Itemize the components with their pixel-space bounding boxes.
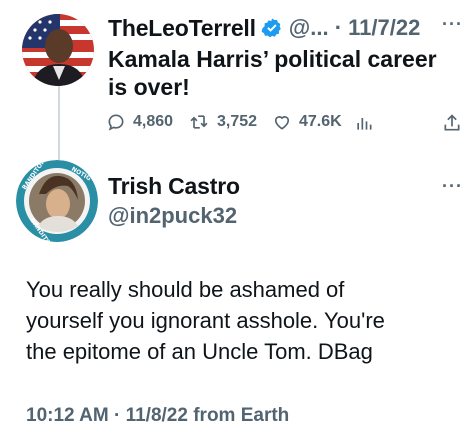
original-more-options-button[interactable]: ···: [442, 14, 463, 35]
original-handle-and-date[interactable]: @... · 11/7/22: [289, 15, 421, 41]
heart-icon: [274, 116, 290, 130]
original-text-line: Kamala Harris’ political career: [108, 46, 437, 72]
original-text-line: is over!: [108, 74, 190, 100]
like-count: 47.6K: [299, 113, 342, 130]
reply-text-line: You really should be ashamed of: [26, 277, 345, 302]
verified-badge-icon: [261, 17, 283, 39]
share-button[interactable]: [442, 112, 462, 139]
original-display-name[interactable]: TheLeoTerrell: [108, 15, 256, 42]
reply-icon: [108, 114, 124, 131]
reply-count: 4,860: [133, 113, 174, 130]
avatar-photo: BANDITON NOTIG BANDITON: [16, 160, 98, 242]
avatar-photo: [22, 14, 94, 86]
retweet-count-button[interactable]: 3,752: [188, 112, 257, 132]
reply-handle[interactable]: @in2puck32: [108, 203, 237, 229]
reply-more-options-button[interactable]: ···: [442, 176, 463, 197]
share-icon: [444, 114, 460, 131]
reply-text-line: yourself you ignorant asshole. You're: [26, 308, 385, 333]
analytics-icon: [357, 118, 372, 130]
thread-connector-line: [58, 86, 60, 160]
reply-count-button[interactable]: 4,860: [106, 112, 173, 132]
retweet-count: 3,752: [217, 113, 258, 130]
analytics-button[interactable]: [354, 113, 374, 138]
retweet-icon: [190, 115, 208, 129]
reply-text-line: the epitome of an Uncle Tom. DBag: [26, 339, 373, 364]
like-count-button[interactable]: 47.6K: [272, 112, 342, 132]
avatar-theleoterrell[interactable]: [22, 14, 94, 86]
reply-display-name[interactable]: Trish Castro: [108, 173, 240, 200]
avatar-trish-castro[interactable]: BANDITON NOTIG BANDITON: [16, 160, 98, 242]
reply-tweet-text: You really should be ashamed of yourself…: [26, 274, 466, 367]
original-tweet-text: Kamala Harris’ political career is over!: [108, 45, 458, 101]
reply-timestamp[interactable]: 10:12 AM · 11/8/22 from Earth: [26, 405, 289, 427]
